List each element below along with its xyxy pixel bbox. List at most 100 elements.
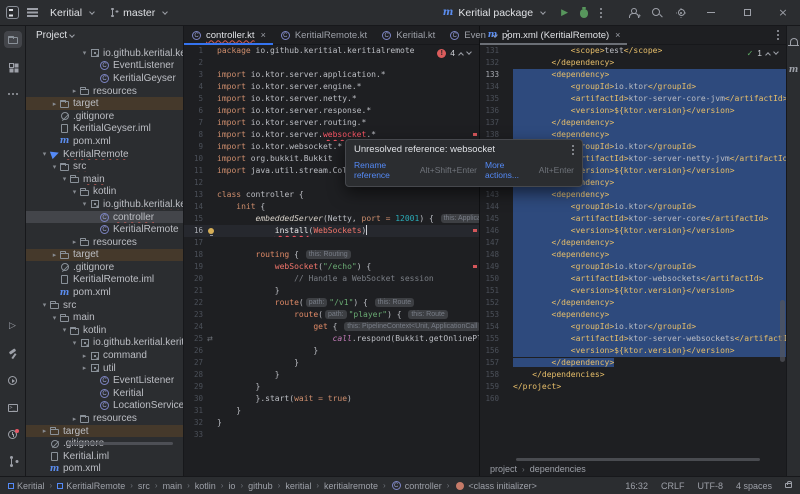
code-line-14[interactable]: 14 init {: [184, 201, 479, 213]
horizontal-scrollbar[interactable]: [516, 458, 760, 461]
tree-item-pom.xml[interactable]: mpom.xml: [26, 463, 183, 476]
code-line-133[interactable]: 133 <dependency>: [480, 69, 786, 81]
code-line-147[interactable]: 147 </dependency>: [480, 237, 786, 249]
code-line-26[interactable]: 26 }: [184, 345, 479, 357]
code-line-21[interactable]: 21 }: [184, 285, 479, 297]
tab-options-icon[interactable]: [777, 30, 779, 40]
code-line-3[interactable]: 3import io.ktor.server.application.*: [184, 69, 479, 81]
line-number[interactable]: 5: [184, 93, 206, 105]
status-breadcrumb-keritialremote[interactable]: keritialremote: [324, 481, 378, 491]
code-line-29[interactable]: 29 }: [184, 381, 479, 393]
tree-item-target[interactable]: ▸target: [26, 97, 183, 110]
code-line-4[interactable]: 4import io.ktor.server.engine.*: [184, 81, 479, 93]
line-number[interactable]: 160: [480, 393, 502, 405]
line-number[interactable]: 26: [184, 345, 206, 357]
tree-item-KeritialGeyser.iml[interactable]: KeritialGeyser.iml: [26, 123, 183, 136]
intention-bulb-icon[interactable]: [208, 228, 214, 234]
version-control-tool-button[interactable]: [4, 453, 22, 470]
code-line-134[interactable]: 134 <groupId>io.ktor</groupId>: [480, 81, 786, 93]
xml-breadcrumb-dependencies[interactable]: dependencies: [530, 464, 586, 474]
line-number[interactable]: 3: [184, 69, 206, 81]
line-number[interactable]: 29: [184, 381, 206, 393]
next-error-icon[interactable]: [466, 49, 472, 55]
line-number[interactable]: 10: [184, 153, 206, 165]
tab-KeritialRemote.kt[interactable]: KeritialRemote.kt: [273, 26, 374, 44]
line-number[interactable]: 147: [480, 237, 502, 249]
line-number[interactable]: 31: [184, 405, 206, 417]
code-line-146[interactable]: 146 <version>${ktor.version}</version>: [480, 225, 786, 237]
more-tools-button[interactable]: [4, 85, 22, 102]
line-number[interactable]: 158: [480, 369, 502, 381]
status-breadcrumb-keritialremote[interactable]: KeritialRemote: [57, 481, 125, 491]
code-line-5[interactable]: 5import io.ktor.server.netty.*: [184, 93, 479, 105]
code-line-159[interactable]: 159</project>: [480, 381, 786, 393]
popup-action-more-actions-[interactable]: More actions...: [485, 160, 531, 180]
tree-item-KeritialRemote[interactable]: ▾KeritialRemote: [26, 148, 183, 161]
tree-item-.gitignore[interactable]: .gitignore: [26, 110, 183, 123]
line-number[interactable]: 23: [184, 309, 206, 321]
tree-chevron-right-icon[interactable]: ▸: [80, 350, 89, 362]
code-line-151[interactable]: 151 <version>${ktor.version}</version>: [480, 285, 786, 297]
tree-item-EventListener[interactable]: EventListener: [26, 374, 183, 387]
error-stripe-mark[interactable]: [473, 229, 477, 232]
tab-pom.xml (KeritialRemote)[interactable]: mpom.xml (KeritialRemote)×: [480, 26, 627, 44]
code-line-131[interactable]: 131 <scope>test</scope>: [480, 45, 786, 57]
tree-item-target[interactable]: ▸target: [26, 425, 183, 438]
line-number[interactable]: 155: [480, 333, 502, 345]
line-number[interactable]: 135: [480, 93, 502, 105]
line-number[interactable]: 143: [480, 189, 502, 201]
tree-item-kotlin[interactable]: ▾kotlin: [26, 324, 183, 337]
tree-item-command[interactable]: ▸command: [26, 349, 183, 362]
line-number[interactable]: 149: [480, 261, 502, 273]
project-panel-header[interactable]: Project: [26, 26, 183, 45]
tree-item-LocationService[interactable]: LocationService: [26, 400, 183, 413]
line-number[interactable]: 33: [184, 429, 206, 441]
tree-chevron-right-icon[interactable]: ▸: [40, 425, 49, 437]
code-line-149[interactable]: 149 <groupId>io.ktor</groupId>: [480, 261, 786, 273]
tree-item-io.github.keritial.keritialre[interactable]: ▾io.github.keritial.keritialre: [26, 198, 183, 211]
code-line-158[interactable]: 158 </dependencies>: [480, 369, 786, 381]
line-number[interactable]: 145: [480, 213, 502, 225]
line-number[interactable]: 1: [184, 45, 206, 57]
line-number[interactable]: 19: [184, 261, 206, 273]
line-number[interactable]: 27: [184, 357, 206, 369]
xml-editor-surface[interactable]: 131 <scope>test</scope>132 </dependency>…: [480, 45, 786, 462]
close-button[interactable]: ×: [772, 3, 794, 23]
tree-chevron-down-icon[interactable]: ▾: [40, 299, 49, 311]
code-line-157[interactable]: 157 </dependency>: [480, 357, 786, 369]
line-number[interactable]: 131: [480, 45, 502, 57]
code-line-160[interactable]: 160: [480, 393, 786, 405]
code-line-31[interactable]: 31 }: [184, 405, 479, 417]
code-line-2[interactable]: 2: [184, 57, 479, 69]
line-number[interactable]: 152: [480, 297, 502, 309]
line-number[interactable]: 20: [184, 273, 206, 285]
code-line-136[interactable]: 136 <version>${ktor.version}</version>: [480, 105, 786, 117]
line-number[interactable]: 154: [480, 321, 502, 333]
line-number[interactable]: 148: [480, 249, 502, 261]
code-line-148[interactable]: 148 <dependency>: [480, 249, 786, 261]
code-line-25[interactable]: 25⇄ call.respond(Bukkit.getOnlinePlaye: [184, 333, 479, 345]
line-number[interactable]: 7: [184, 117, 206, 129]
tab-close-icon[interactable]: ×: [261, 30, 266, 40]
line-number[interactable]: 146: [480, 225, 502, 237]
tree-item-pom.xml[interactable]: mpom.xml: [26, 286, 183, 299]
project-tool-button[interactable]: [4, 31, 22, 48]
status-breadcrumb--class-initializer-[interactable]: <class initializer>: [454, 480, 537, 491]
line-number[interactable]: 13: [184, 189, 206, 201]
line-number[interactable]: 9: [184, 141, 206, 153]
code-line-15[interactable]: 15 embeddedServer(Netty, port = 12001) {…: [184, 213, 479, 225]
status-breadcrumb-github[interactable]: github: [248, 481, 273, 491]
status-breadcrumb-io[interactable]: io: [228, 481, 235, 491]
line-number[interactable]: 150: [480, 273, 502, 285]
line-number[interactable]: 8: [184, 129, 206, 141]
popup-more-icon[interactable]: [572, 145, 574, 155]
line-number[interactable]: 11: [184, 165, 206, 177]
tree-chevron-down-icon[interactable]: ▾: [80, 198, 89, 210]
code-line-155[interactable]: 155 <artifactId>ktor-server-websockets</…: [480, 333, 786, 345]
code-line-143[interactable]: 143 <dependency>: [480, 189, 786, 201]
tree-chevron-down-icon[interactable]: ▾: [60, 324, 69, 336]
line-number[interactable]: 151: [480, 285, 502, 297]
search-everywhere-icon[interactable]: [652, 8, 662, 18]
code-line-132[interactable]: 132 </dependency>: [480, 57, 786, 69]
tree-item-target[interactable]: ▸target: [26, 249, 183, 262]
